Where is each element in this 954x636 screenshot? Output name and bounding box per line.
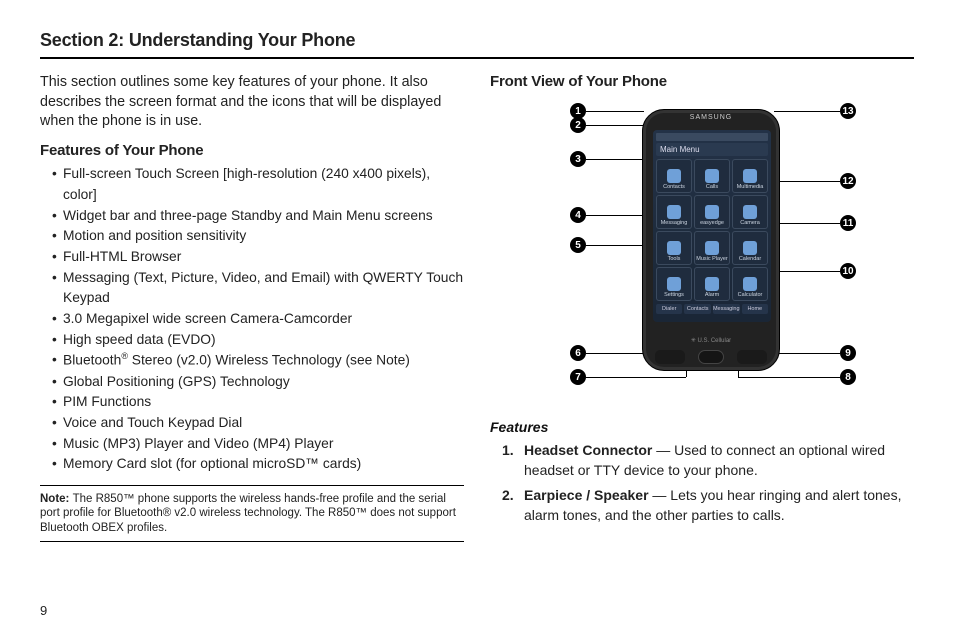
callout-9: 9 [840, 345, 856, 361]
two-column-layout: This section outlines some key features … [40, 73, 914, 542]
page-number: 9 [40, 603, 47, 618]
app-grid: ContactsCallsMultimedia Messagingeasyedge… [656, 159, 768, 301]
phone-diagram: 1 2 3 4 5 6 7 8 9 10 11 12 13 SAMSUNG Ma… [490, 95, 914, 413]
feature-item: Widget bar and three-page Standby and Ma… [52, 206, 464, 227]
front-view-heading: Front View of Your Phone [490, 73, 914, 90]
numbered-feature: 1.Headset Connector — Used to connect an… [502, 441, 914, 480]
left-column: This section outlines some key features … [40, 73, 464, 542]
app-icon: Multimedia [732, 159, 768, 193]
features-list: Full-screen Touch Screen [high-resolutio… [40, 164, 464, 475]
feature-item: Bluetooth® Stereo (v2.0) Wireless Techno… [52, 350, 464, 371]
note-label: Note: [40, 493, 73, 505]
features-heading: Features of Your Phone [40, 142, 464, 159]
app-icon: Calls [694, 159, 730, 193]
callout-3: 3 [570, 151, 586, 167]
right-column: Front View of Your Phone 1 2 3 4 5 [490, 73, 914, 542]
feature-item: Full-HTML Browser [52, 247, 464, 268]
app-icon: Alarm [694, 267, 730, 301]
callout-11: 11 [840, 215, 856, 231]
bottom-tab: Messaging [713, 304, 740, 314]
feature-item: Messaging (Text, Picture, Video, and Ema… [52, 268, 464, 309]
app-icon: Music Player [694, 231, 730, 265]
bottom-tab: Contacts [684, 304, 710, 314]
status-bar [656, 133, 768, 141]
feature-item: 3.0 Megapixel wide screen Camera-Camcord… [52, 309, 464, 330]
feature-item: Global Positioning (GPS) Technology [52, 372, 464, 393]
callout-8: 8 [840, 369, 856, 385]
app-icon: Settings [656, 267, 692, 301]
app-icon: Calendar [732, 231, 768, 265]
callout-13: 13 [840, 103, 856, 119]
phone-illustration: SAMSUNG Main Menu ContactsCallsMultimedi… [642, 109, 780, 371]
feature-item: Full-screen Touch Screen [high-resolutio… [52, 164, 464, 205]
app-icon: Calculator [732, 267, 768, 301]
phone-brand: SAMSUNG [643, 110, 779, 121]
home-button [698, 350, 724, 364]
app-icon: Contacts [656, 159, 692, 193]
features-sub-label: Features [490, 419, 914, 435]
numbered-feature: 2.Earpiece / Speaker — Lets you hear rin… [502, 486, 914, 525]
note-block: Note: The R850™ phone supports the wirel… [40, 485, 464, 542]
app-icon: Camera [732, 195, 768, 229]
callout-5: 5 [570, 237, 586, 253]
app-icon: Messaging [656, 195, 692, 229]
callout-10: 10 [840, 263, 856, 279]
bottom-tab: Home [742, 304, 768, 314]
feature-item: Memory Card slot (for optional microSD™ … [52, 454, 464, 475]
numbered-features: 1.Headset Connector — Used to connect an… [490, 441, 914, 525]
app-icon: easyedge [694, 195, 730, 229]
callout-4: 4 [570, 207, 586, 223]
note-body: The R850™ phone supports the wireless ha… [40, 493, 456, 534]
intro-paragraph: This section outlines some key features … [40, 73, 464, 132]
callout-6: 6 [570, 345, 586, 361]
carrier-label: ✳ U.S. Cellular [643, 337, 779, 344]
feature-item: High speed data (EVDO) [52, 330, 464, 351]
feature-item: Motion and position sensitivity [52, 226, 464, 247]
app-icon: Tools [656, 231, 692, 265]
phone-screen: Main Menu ContactsCallsMultimediaMessagi… [653, 130, 771, 322]
bottom-tabs: DialerContactsMessagingHome [656, 304, 768, 314]
callout-2: 2 [570, 117, 586, 133]
main-menu-title: Main Menu [656, 143, 768, 156]
feature-item: Voice and Touch Keypad Dial [52, 413, 464, 434]
feature-item: Music (MP3) Player and Video (MP4) Playe… [52, 434, 464, 455]
callout-12: 12 [840, 173, 856, 189]
bottom-tab: Dialer [656, 304, 682, 314]
callout-7: 7 [570, 369, 586, 385]
left-softkey [655, 350, 685, 364]
right-softkey [737, 350, 767, 364]
section-title: Section 2: Understanding Your Phone [40, 30, 914, 59]
feature-item: PIM Functions [52, 392, 464, 413]
